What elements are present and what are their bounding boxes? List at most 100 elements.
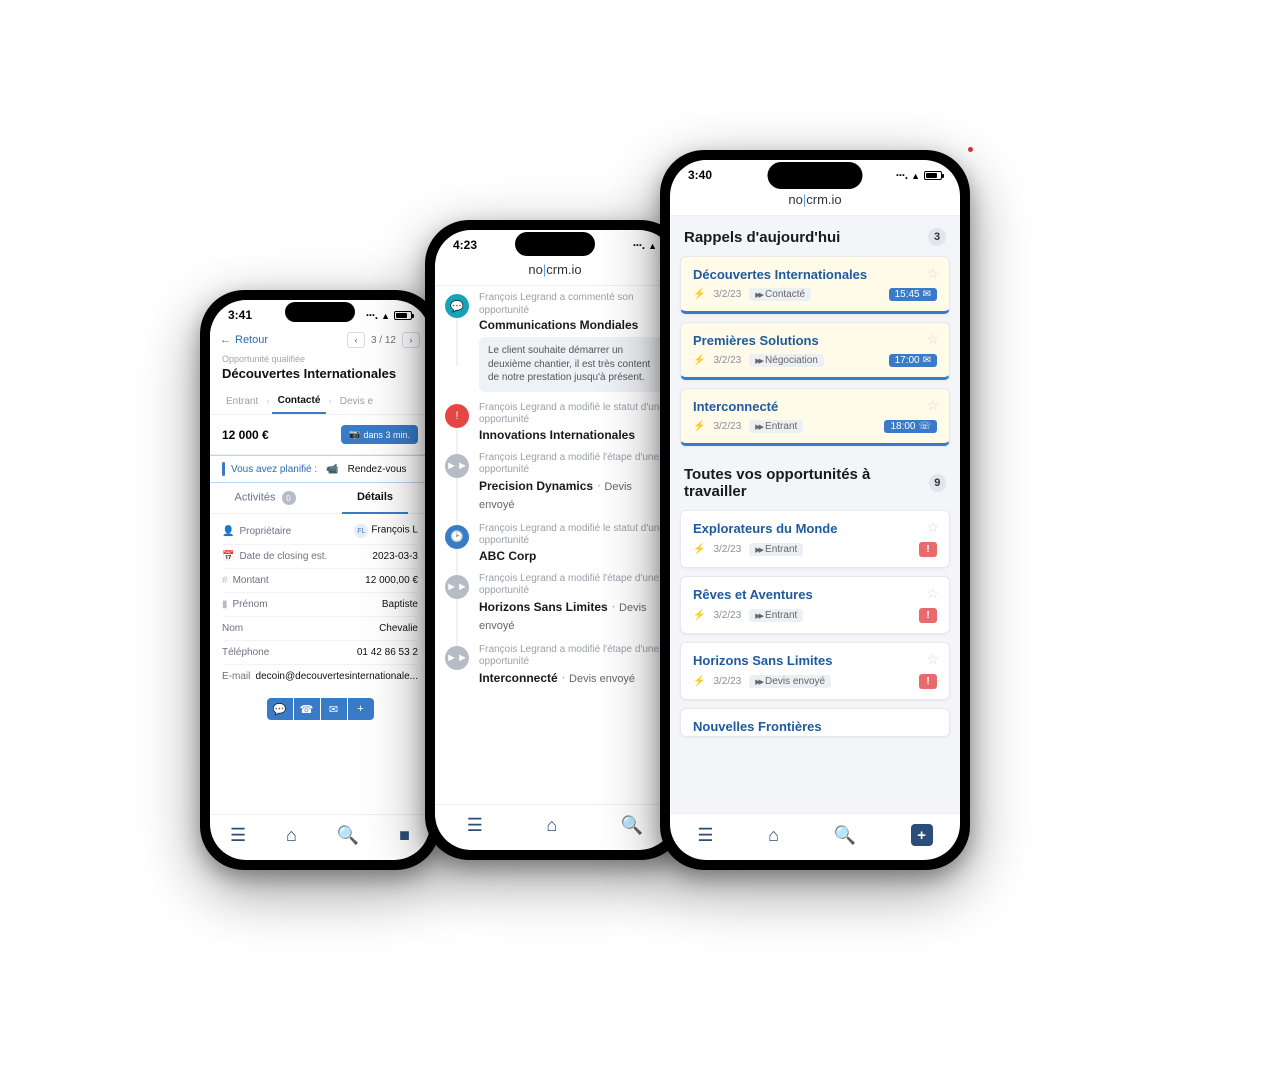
bolt-icon <box>693 610 705 621</box>
nav-search-icon[interactable]: 🔍 <box>834 825 856 846</box>
owner-value: François L <box>371 525 418 536</box>
timeline-meta: François Legrand a commenté son opportun… <box>479 292 665 317</box>
card-title: Premières Solutions <box>693 333 937 348</box>
nav-menu-icon[interactable]: ☰ <box>230 825 246 846</box>
timeline-item[interactable]: ! François Legrand a modifié le statut d… <box>445 402 665 442</box>
opportunity-subtitle: Opportunité qualifiée <box>210 352 430 364</box>
name-value: Chevalie <box>379 623 418 634</box>
timeline-item[interactable]: 💬 François Legrand a commenté son opport… <box>445 292 665 392</box>
step-devis[interactable]: Devis e <box>334 390 379 413</box>
reminder-card[interactable]: ☆ Interconnecté 3/2/23 Entrant 18:00 <box>680 388 950 446</box>
pager: ‹ 3 / 12 › <box>347 332 420 348</box>
notch <box>768 162 863 189</box>
tab-details[interactable]: Détails <box>320 483 430 513</box>
timeline-meta: François Legrand a modifié l'étape d'une… <box>479 644 665 669</box>
star-icon[interactable]: ☆ <box>926 585 939 602</box>
closing-label: Date de closing est. <box>239 551 327 562</box>
reminder-card[interactable]: ☆ Découvertes Internationales 3/2/23 Con… <box>680 256 950 314</box>
brand-header: no|crm.io <box>670 186 960 216</box>
nav-add-button[interactable]: + <box>911 824 933 846</box>
row-email: E-mail decoin@decouvertesinternationale.… <box>222 665 418 688</box>
pager-next-button[interactable]: › <box>402 332 420 348</box>
card-title: Découvertes Internationales <box>693 267 937 282</box>
timeline-quote: Le client souhaite démarrer un deuxième … <box>479 337 665 392</box>
stage-pill: Entrant <box>749 543 803 556</box>
battery-icon <box>924 171 942 180</box>
timeline-meta: François Legrand a modifié l'étape d'une… <box>479 452 665 477</box>
star-icon[interactable]: ☆ <box>926 519 939 536</box>
activities-count: 0 <box>282 491 296 505</box>
phone-right: 3:40 no|crm.io Rappels d'aujourd'hui 3 ☆… <box>660 150 970 870</box>
calendar-icon: 📅 <box>222 551 234 562</box>
lead-card[interactable]: Nouvelles Frontières <box>680 708 950 737</box>
clock: 3:41 <box>228 308 252 322</box>
forward-icon: ►► <box>445 646 469 670</box>
card-title: Horizons Sans Limites <box>693 653 937 668</box>
star-icon[interactable]: ☆ <box>926 331 939 348</box>
nav-menu-icon[interactable]: ☰ <box>467 815 483 836</box>
owner-label: Propriétaire <box>239 526 291 537</box>
lead-card[interactable]: ☆ Horizons Sans Limites 3/2/23 Devis env… <box>680 642 950 700</box>
forward-icon <box>755 289 762 300</box>
reminder-card[interactable]: ☆ Premières Solutions 3/2/23 Négociation… <box>680 322 950 380</box>
brand-header: no|crm.io <box>435 256 675 286</box>
nav-home-icon[interactable]: ⌂ <box>768 825 779 846</box>
row-firstname: ▮Prénom Baptiste <box>222 593 418 617</box>
section-reminders-count: 3 <box>928 228 946 246</box>
star-icon[interactable]: ☆ <box>926 265 939 282</box>
nav-search-icon[interactable]: 🔍 <box>621 815 643 836</box>
owner-avatar: FL <box>354 524 368 538</box>
comment-button[interactable]: 💬 <box>267 698 293 720</box>
add-button[interactable]: + <box>348 698 374 720</box>
timeline-title: Communications Mondiales <box>479 318 665 332</box>
firstname-label: Prénom <box>233 599 268 610</box>
timeline-item[interactable]: 🕑 François Legrand a modifié le statut d… <box>445 523 665 563</box>
back-button[interactable]: Retour <box>220 334 268 346</box>
nav-menu-icon[interactable]: ☰ <box>697 825 713 846</box>
bolt-icon <box>693 355 705 366</box>
schedule-button[interactable]: dans 3 min. <box>341 425 418 444</box>
call-button[interactable]: ☎ <box>294 698 320 720</box>
nav-search-icon[interactable]: 🔍 <box>337 825 359 846</box>
step-entrant[interactable]: Entrant <box>220 390 264 413</box>
clock: 4:23 <box>453 238 477 252</box>
comment-icon: 💬 <box>445 294 469 318</box>
step-contacte[interactable]: Contacté <box>272 389 327 414</box>
lead-card[interactable]: ☆ Explorateurs du Monde 3/2/23 Entrant ! <box>680 510 950 568</box>
timeline-meta: François Legrand a modifié le statut d'u… <box>479 402 665 427</box>
timeline-item[interactable]: ►► François Legrand a modifié l'étape d'… <box>445 644 665 687</box>
brand-right: crm.io <box>806 192 841 207</box>
lead-card[interactable]: ☆ Rêves et Aventures 3/2/23 Entrant ! <box>680 576 950 634</box>
tab-activities[interactable]: Activités 0 <box>210 483 320 513</box>
timeline-item[interactable]: ►► François Legrand a modifié l'étape d'… <box>445 573 665 634</box>
stage-pill: Négociation <box>749 354 824 367</box>
timeline-stage: Devis envoyé <box>569 673 635 685</box>
forward-icon <box>755 610 762 621</box>
nav-home-icon[interactable]: ⌂ <box>286 825 297 846</box>
star-icon[interactable]: ☆ <box>926 651 939 668</box>
nav-home-icon[interactable]: ⌂ <box>546 815 557 836</box>
forward-icon: ►► <box>445 575 469 599</box>
signal-icon <box>633 238 644 252</box>
timeline-item[interactable]: ►► François Legrand a modifié l'étape d'… <box>445 452 665 513</box>
forward-icon <box>755 355 762 366</box>
pager-prev-button[interactable]: ‹ <box>347 332 365 348</box>
row-phone: Téléphone 01 42 86 53 2 <box>222 641 418 665</box>
closing-value: 2023-03-3 <box>372 551 418 562</box>
email-value: decoin@decouvertesinternationale... <box>256 671 418 682</box>
amount-label: Montant <box>233 575 269 586</box>
email-button[interactable]: ✉ <box>321 698 347 720</box>
row-closing: 📅 Date de closing est. 2023-03-3 <box>222 545 418 569</box>
card-title: Explorateurs du Monde <box>693 521 937 536</box>
star-icon[interactable]: ☆ <box>926 397 939 414</box>
phone-left: 3:41 Retour ‹ 3 / 12 › Opportunité quali… <box>200 290 440 870</box>
notch <box>515 232 595 256</box>
wifi-icon <box>911 168 920 182</box>
nav-plus-icon[interactable]: ■ <box>399 825 410 846</box>
timeline-title: ABC Corp <box>479 549 665 563</box>
bolt-icon <box>693 421 705 432</box>
alert-badge: ! <box>919 608 937 623</box>
firstname-value: Baptiste <box>382 599 418 610</box>
forward-icon <box>755 544 762 555</box>
row-name: Nom Chevalie <box>222 617 418 641</box>
